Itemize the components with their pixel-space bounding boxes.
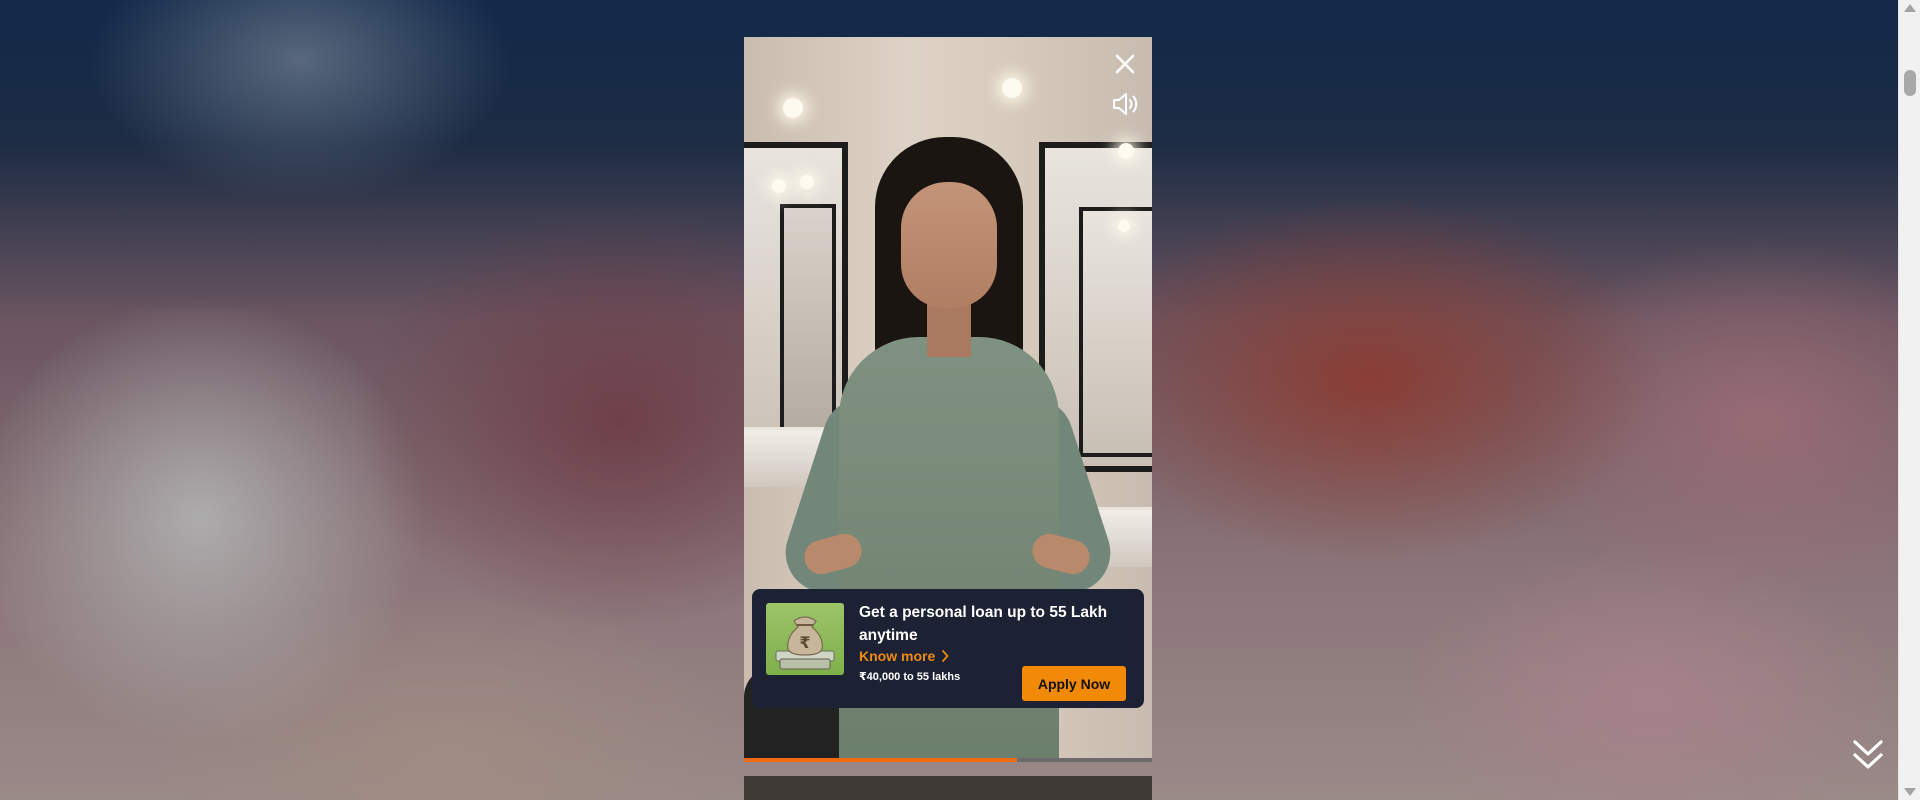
light-bulb (800, 175, 814, 189)
ad-title: Get a personal loan up to 55 Lakh anytim… (859, 604, 1108, 644)
light-bulb (1118, 143, 1134, 159)
loan-ad-card[interactable]: ₹ Get a personal loan up to 55 Lakh anyt… (752, 589, 1144, 708)
close-button[interactable] (1110, 49, 1140, 79)
light-bulb (1118, 220, 1130, 232)
light-bulb (1002, 78, 1022, 98)
apply-now-button[interactable]: Apply Now (1022, 666, 1126, 701)
mirror (1079, 207, 1152, 457)
scroll-down-arrow[interactable] (1904, 788, 1916, 796)
video-progress-bar[interactable] (744, 758, 1152, 762)
next-video-button[interactable] (1848, 736, 1888, 776)
svg-text:₹: ₹ (799, 633, 810, 652)
know-more-label: Know more (859, 648, 936, 664)
light-bulb (783, 98, 803, 118)
mirror (780, 204, 836, 434)
page-scrollbar[interactable] (1898, 0, 1920, 800)
light-bulb (772, 179, 786, 193)
next-video-preview[interactable] (744, 776, 1152, 800)
video-player[interactable]: ₹ Get a personal loan up to 55 Lakh anyt… (744, 37, 1152, 762)
loan-range-text: ₹40,000 to 55 lakhs (859, 671, 961, 683)
close-icon (1115, 54, 1135, 74)
video-progress-fill (744, 758, 1018, 762)
know-more-link[interactable]: Know more (859, 648, 949, 664)
presenter-face (901, 182, 997, 308)
money-bag-icon: ₹ (766, 603, 844, 675)
speaker-icon (1113, 93, 1138, 115)
mute-button[interactable] (1111, 91, 1143, 119)
chevron-right-icon (942, 650, 949, 662)
scroll-thumb[interactable] (1904, 70, 1916, 96)
scroll-up-arrow[interactable] (1904, 4, 1916, 12)
double-chevron-down-icon (1853, 740, 1883, 769)
